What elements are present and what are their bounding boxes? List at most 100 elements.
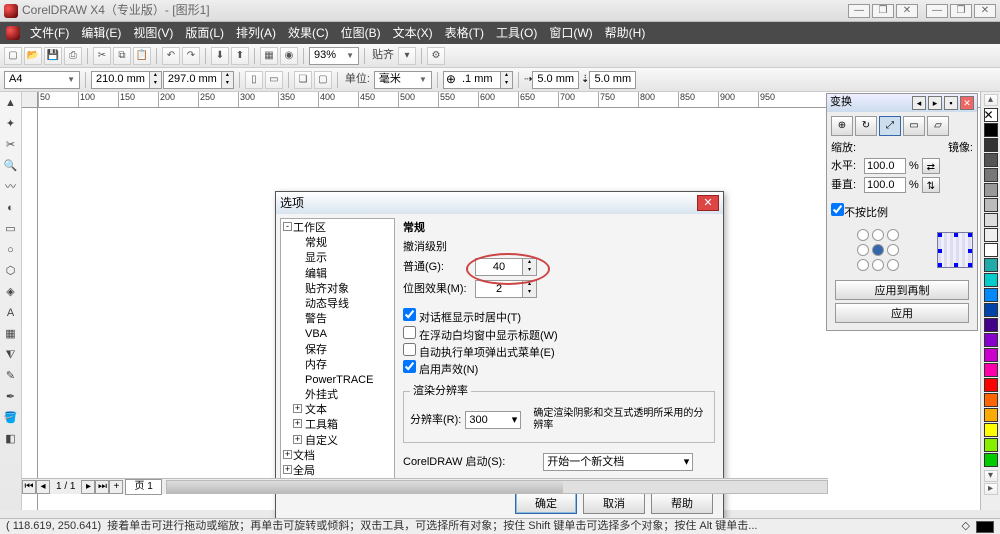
- new-button[interactable]: ▢: [4, 47, 22, 65]
- resolution-combo[interactable]: 300▾: [465, 411, 521, 429]
- redo-button[interactable]: ↷: [182, 47, 200, 65]
- minimize-app-button[interactable]: —: [926, 4, 948, 18]
- swatch-blue[interactable]: [984, 288, 998, 302]
- ruler-corner[interactable]: [22, 92, 38, 108]
- prev-page-button[interactable]: ◂: [36, 480, 50, 494]
- transform-size-button[interactable]: ▭: [903, 116, 925, 136]
- text-tool[interactable]: A: [2, 305, 20, 323]
- restore-doc-button[interactable]: ❐: [872, 4, 894, 18]
- rectangle-tool[interactable]: ▭: [2, 221, 20, 239]
- sound-checkbox[interactable]: 启用声效(N): [403, 364, 478, 376]
- startup-combo[interactable]: 开始一个新文档▾: [543, 453, 693, 471]
- page-height-spinner[interactable]: 297.0 mm▴▾: [163, 71, 234, 89]
- blend-tool[interactable]: ⧨: [2, 347, 20, 365]
- palette-down-button[interactable]: ▾: [984, 470, 998, 482]
- menu-text[interactable]: 文本(X): [387, 24, 439, 42]
- swatch-black[interactable]: [984, 123, 998, 137]
- all-pages-button[interactable]: ❏: [294, 71, 312, 89]
- snap-dropdown[interactable]: ▾: [398, 47, 416, 65]
- swatch-pink[interactable]: [984, 363, 998, 377]
- swatch-darkblue[interactable]: [984, 303, 998, 317]
- swatch-yellow[interactable]: [984, 423, 998, 437]
- swatch-gray50[interactable]: [984, 198, 998, 212]
- welcome-button[interactable]: ◉: [280, 47, 298, 65]
- swatch-violet[interactable]: [984, 333, 998, 347]
- menu-effects[interactable]: 效果(C): [282, 24, 335, 42]
- first-page-button[interactable]: ⏮: [22, 480, 36, 494]
- menu-arrange[interactable]: 排列(A): [230, 24, 282, 42]
- table-tool[interactable]: ▦: [2, 326, 20, 344]
- menu-help[interactable]: 帮助(H): [599, 24, 652, 42]
- swatch-red[interactable]: [984, 378, 998, 392]
- swatch-gray70[interactable]: [984, 168, 998, 182]
- shape-tool[interactable]: ✦: [2, 116, 20, 134]
- dup-y-spinner[interactable]: 5.0 mm: [589, 71, 636, 89]
- mirror-h-button[interactable]: ⇄: [922, 158, 940, 174]
- dup-x-spinner[interactable]: 5.0 mm: [532, 71, 579, 89]
- interactive-fill-tool[interactable]: ◧: [2, 431, 20, 449]
- swatch-gray40[interactable]: [984, 213, 998, 227]
- menu-edit[interactable]: 编辑(E): [75, 24, 127, 42]
- swatch-amber[interactable]: [984, 408, 998, 422]
- docker-close-button[interactable]: ✕: [960, 96, 974, 110]
- menu-tools[interactable]: 工具(O): [490, 24, 543, 42]
- swatch-gray30[interactable]: [984, 228, 998, 242]
- smart-fill-tool[interactable]: ◐: [2, 200, 20, 218]
- menu-file[interactable]: 文件(F): [24, 24, 75, 42]
- docker-right-button[interactable]: ▸: [928, 96, 942, 110]
- nonprop-checkbox[interactable]: 不按比例: [831, 203, 888, 220]
- auto-menu-checkbox[interactable]: 自动执行单项弹出式菜单(E): [403, 347, 555, 359]
- close-doc-button[interactable]: ✕: [896, 4, 918, 18]
- menu-table[interactable]: 表格(T): [439, 24, 490, 42]
- outline-tool[interactable]: ✒: [2, 389, 20, 407]
- palette-flyout-button[interactable]: ▸: [984, 483, 998, 495]
- fill-tool[interactable]: 🪣: [2, 410, 20, 428]
- ellipse-tool[interactable]: ○: [2, 242, 20, 260]
- swatch-green[interactable]: [984, 453, 998, 467]
- minimize-doc-button[interactable]: —: [848, 4, 870, 18]
- docker-left-button[interactable]: ◂: [912, 96, 926, 110]
- print-button[interactable]: ⎙: [64, 47, 82, 65]
- export-button[interactable]: ⬆: [231, 47, 249, 65]
- swatch-gray80[interactable]: [984, 153, 998, 167]
- zoom-tool[interactable]: 🔍: [2, 158, 20, 176]
- transform-position-button[interactable]: ⊕: [831, 116, 853, 136]
- undo-bitmap-spinner[interactable]: 2▴▾: [475, 280, 537, 298]
- scale-h-input[interactable]: [864, 158, 906, 174]
- nudge-spinner[interactable]: ⊕.1 mm▴▾: [443, 71, 513, 89]
- swatch-lime[interactable]: [984, 438, 998, 452]
- menu-bitmap[interactable]: 位图(B): [335, 24, 387, 42]
- current-page-button[interactable]: ▢: [314, 71, 332, 89]
- undo-button[interactable]: ↶: [162, 47, 180, 65]
- unit-combo[interactable]: 毫米▼: [374, 71, 432, 89]
- help-button[interactable]: 帮助: [651, 492, 713, 514]
- options-button[interactable]: ⚙: [427, 47, 445, 65]
- apply-duplicate-button[interactable]: 应用到再制: [835, 280, 970, 300]
- polygon-tool[interactable]: ⬡: [2, 263, 20, 281]
- paste-button[interactable]: 📋: [133, 47, 151, 65]
- docker-collapse-button[interactable]: ▪: [944, 96, 958, 110]
- app-launcher-button[interactable]: ▦: [260, 47, 278, 65]
- hscrollbar[interactable]: [166, 480, 828, 494]
- anchor-grid[interactable]: [857, 229, 902, 271]
- restore-app-button[interactable]: ❐: [950, 4, 972, 18]
- transform-scale-button[interactable]: ⤢: [879, 116, 901, 136]
- import-button[interactable]: ⬇: [211, 47, 229, 65]
- swatch-white[interactable]: [984, 243, 998, 257]
- save-button[interactable]: 💾: [44, 47, 62, 65]
- swatch-gray60[interactable]: [984, 183, 998, 197]
- basic-shapes-tool[interactable]: ◈: [2, 284, 20, 302]
- swatch-gray90[interactable]: [984, 138, 998, 152]
- transform-rotate-button[interactable]: ↻: [855, 116, 877, 136]
- last-page-button[interactable]: ⏭: [95, 480, 109, 494]
- swatch-orange[interactable]: [984, 393, 998, 407]
- undo-normal-spinner[interactable]: 40▴▾: [475, 258, 537, 276]
- eyedropper-tool[interactable]: ✎: [2, 368, 20, 386]
- cancel-button[interactable]: 取消: [583, 492, 645, 514]
- close-app-button[interactable]: ✕: [974, 4, 996, 18]
- swatch-purple[interactable]: [984, 318, 998, 332]
- dialog-close-button[interactable]: ✕: [697, 195, 719, 211]
- pick-tool[interactable]: ▲: [2, 95, 20, 113]
- menu-window[interactable]: 窗口(W): [543, 24, 598, 42]
- menu-layout[interactable]: 版面(L): [179, 24, 230, 42]
